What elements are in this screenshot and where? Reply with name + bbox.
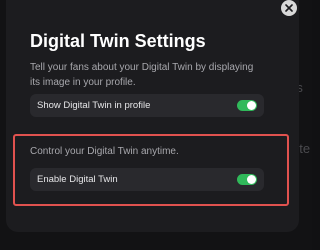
toggle-knob xyxy=(247,101,256,110)
enable-digital-twin-label: Enable Digital Twin xyxy=(37,174,118,185)
toggle-knob xyxy=(247,175,256,184)
show-digital-twin-row: Show Digital Twin in profile xyxy=(30,94,264,117)
enable-digital-twin-toggle[interactable] xyxy=(237,174,257,185)
show-digital-twin-toggle[interactable] xyxy=(237,100,257,111)
show-digital-twin-label: Show Digital Twin in profile xyxy=(37,100,151,111)
close-button[interactable] xyxy=(281,0,297,16)
enable-digital-twin-row: Enable Digital Twin xyxy=(30,168,264,191)
close-icon xyxy=(285,4,293,12)
dialog-description: Tell your fans about your Digital Twin b… xyxy=(30,62,254,88)
control-hint-text: Control your Digital Twin anytime. xyxy=(30,146,179,157)
dialog-title: Digital Twin Settings xyxy=(30,31,206,51)
